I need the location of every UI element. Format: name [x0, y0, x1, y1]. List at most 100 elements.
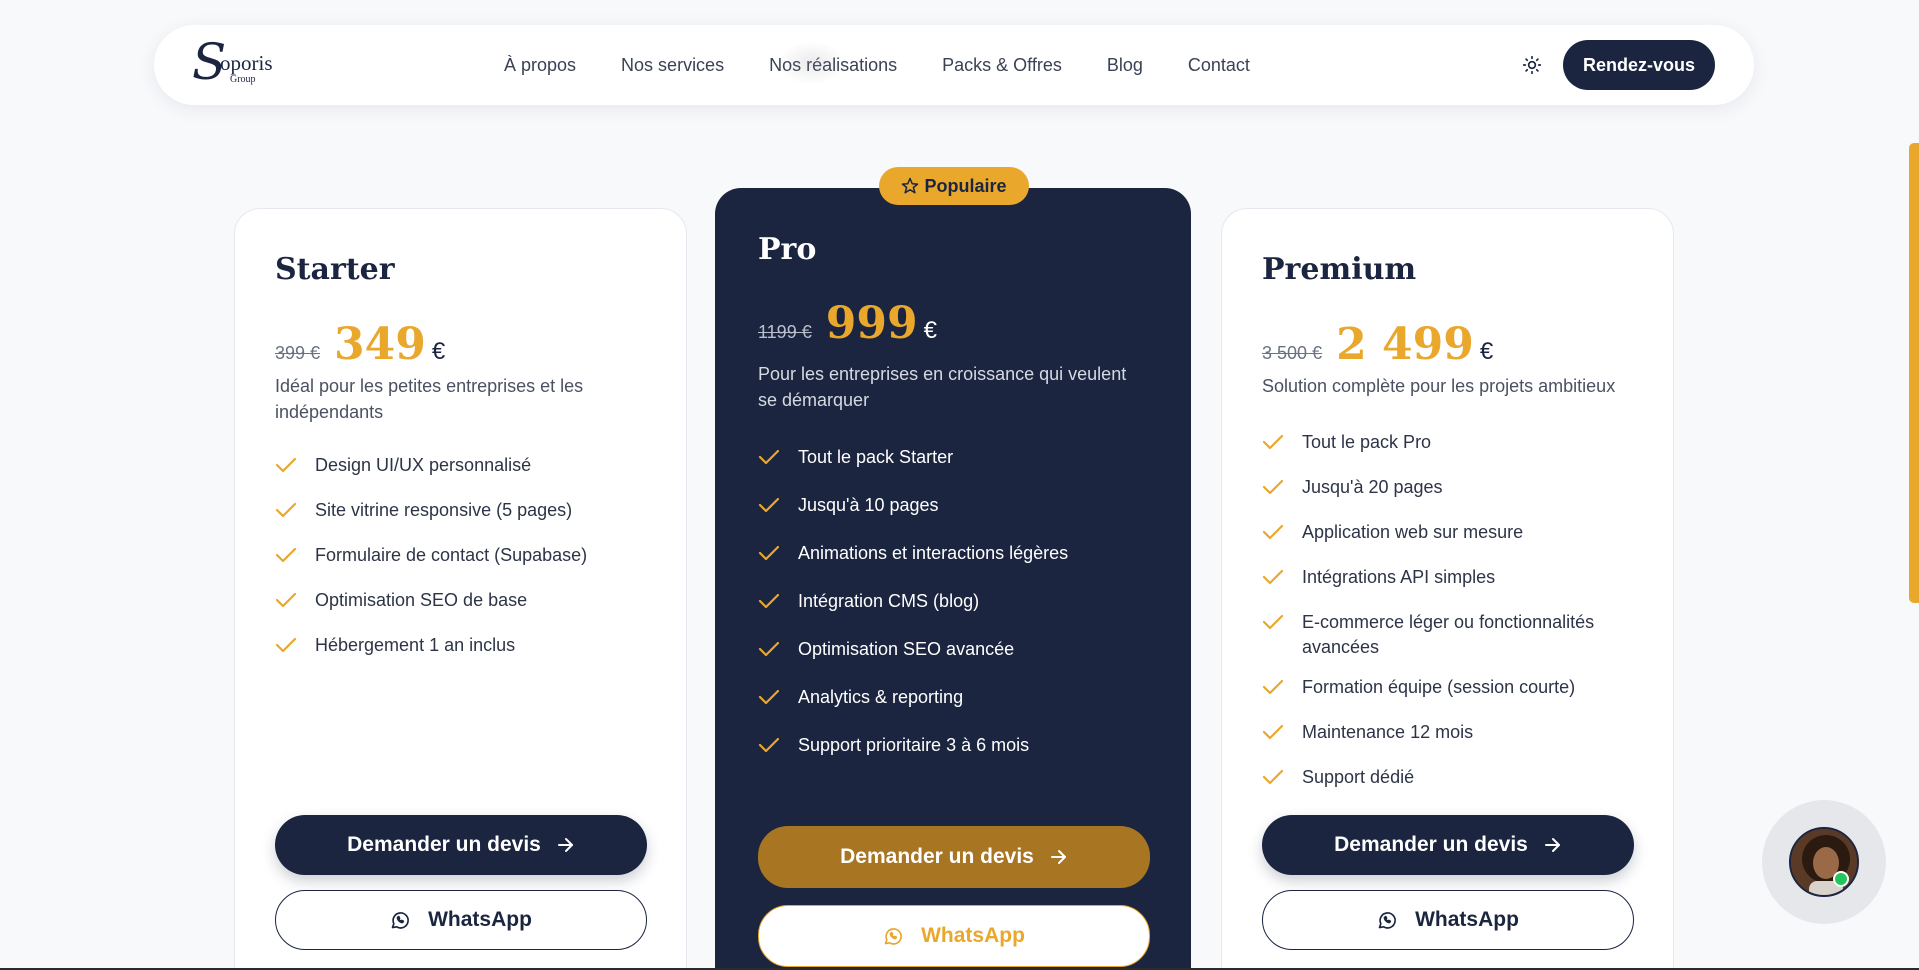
- arrow-right-icon: [1544, 838, 1560, 852]
- plan-name: Premium: [1262, 252, 1417, 287]
- nav-link-services[interactable]: Nos services: [621, 55, 724, 76]
- check-icon: [275, 498, 315, 526]
- check-icon: [1262, 520, 1302, 548]
- check-icon: [758, 541, 798, 569]
- whatsapp-icon: [884, 928, 903, 945]
- feature-text: Maintenance 12 mois: [1302, 722, 1474, 742]
- button-label: WhatsApp: [921, 924, 1025, 947]
- feature-item: Design UI/UX personnalisé: [275, 453, 665, 481]
- badge-label: Populaire: [924, 175, 1007, 196]
- price-row: 3 500 € 2 499 €: [1262, 319, 1493, 370]
- feature-text: Hébergement 1 an inclus: [315, 635, 516, 655]
- old-price: 3 500 €: [1262, 343, 1323, 363]
- check-icon: [275, 543, 315, 571]
- button-label: Demander un devis: [840, 845, 1034, 868]
- price: 349: [334, 319, 426, 370]
- feature-item: Analytics & reporting: [758, 685, 1168, 713]
- feature-item: Optimisation SEO avancée: [758, 637, 1168, 665]
- brand-logo[interactable]: S oporis Group: [192, 37, 282, 89]
- feature-text: Support prioritaire 3 à 6 mois: [798, 735, 1030, 755]
- scrollbar-thumb[interactable]: [1909, 143, 1919, 603]
- arrow-right-icon: [557, 838, 573, 852]
- feature-text: Formation équipe (session courte): [1302, 677, 1576, 697]
- feature-text: Application web sur mesure: [1302, 522, 1524, 542]
- check-icon: [275, 633, 315, 661]
- currency: €: [923, 317, 937, 344]
- feature-item: Support dédié: [1262, 765, 1652, 793]
- whatsapp-button[interactable]: WhatsApp: [1262, 890, 1634, 950]
- whatsapp-icon: [1378, 912, 1397, 929]
- plan-card-pro: Pro 1199 € 999 € Pour les entreprises en…: [715, 188, 1191, 970]
- check-icon: [1262, 565, 1302, 593]
- popular-badge: Populaire: [879, 167, 1029, 205]
- currency: €: [1479, 338, 1494, 365]
- check-icon: [1262, 430, 1302, 458]
- navbar: S oporis Group À propos Nos services Nos…: [154, 25, 1754, 105]
- check-icon: [1262, 475, 1302, 503]
- check-icon: [275, 588, 315, 616]
- chat-widget-button[interactable]: [1762, 800, 1886, 924]
- nav-link-a-propos[interactable]: À propos: [504, 55, 576, 76]
- feature-item: Maintenance 12 mois: [1262, 720, 1652, 748]
- feature-item: Jusqu'à 20 pages: [1262, 475, 1652, 503]
- check-icon: [758, 589, 798, 617]
- whatsapp-button[interactable]: WhatsApp: [275, 890, 647, 950]
- feature-item: Intégration CMS (blog): [758, 589, 1168, 617]
- button-label: WhatsApp: [428, 908, 532, 931]
- star-icon: [902, 177, 919, 194]
- feature-text: Tout le pack Starter: [798, 447, 954, 467]
- feature-text: Design UI/UX personnalisé: [315, 455, 532, 475]
- nav-link-blog[interactable]: Blog: [1107, 55, 1143, 76]
- button-label: WhatsApp: [1415, 908, 1519, 931]
- feature-item: Jusqu'à 10 pages: [758, 493, 1168, 521]
- rendez-vous-button[interactable]: Rendez-vous: [1563, 40, 1715, 90]
- feature-text: Support dédié: [1302, 767, 1415, 787]
- button-label: Demander un devis: [347, 833, 541, 856]
- check-icon: [758, 445, 798, 473]
- plan-card-starter: Starter 399 € 349 € Idéal pour les petit…: [234, 208, 687, 970]
- request-quote-button[interactable]: Demander un devis: [275, 815, 647, 875]
- feature-text: Optimisation SEO avancée: [798, 639, 1015, 659]
- plan-card-premium: Premium 3 500 € 2 499 € Solution complèt…: [1221, 208, 1674, 970]
- feature-text: Optimisation SEO de base: [315, 590, 528, 610]
- check-icon: [1262, 610, 1302, 638]
- theme-toggle[interactable]: [1517, 50, 1547, 80]
- old-price: 1199 €: [758, 322, 812, 342]
- check-icon: [1262, 675, 1302, 703]
- feature-item: Animations et interactions légères: [758, 541, 1168, 569]
- old-price: 399 €: [275, 343, 321, 363]
- feature-text: Jusqu'à 20 pages: [1302, 477, 1443, 497]
- feature-text: Formulaire de contact (Supabase): [315, 545, 588, 565]
- feature-item: Formulaire de contact (Supabase): [275, 543, 665, 571]
- price: 999: [825, 298, 918, 349]
- check-icon: [758, 685, 798, 713]
- nav-link-realisations[interactable]: Nos réalisations: [769, 40, 897, 85]
- feature-list: Design UI/UX personnalisé Site vitrine r…: [275, 453, 665, 661]
- whatsapp-button[interactable]: WhatsApp: [758, 905, 1150, 967]
- feature-item: Application web sur mesure: [1262, 520, 1652, 548]
- currency: €: [431, 338, 446, 365]
- nav-link-packs[interactable]: Packs & Offres: [942, 55, 1062, 76]
- check-icon: [758, 493, 798, 521]
- plan-name: Pro: [758, 232, 817, 267]
- check-icon: [1262, 765, 1302, 793]
- request-quote-button[interactable]: Demander un devis: [758, 826, 1150, 888]
- plan-description: Pour les entreprises en croissance qui v…: [758, 364, 1127, 410]
- feature-item: Hébergement 1 an inclus: [275, 633, 665, 661]
- price: 2 499: [1336, 319, 1474, 370]
- feature-item: Tout le pack Starter: [758, 445, 1168, 473]
- logo-sub: Group: [230, 74, 256, 85]
- button-label: Demander un devis: [1334, 833, 1528, 856]
- feature-text: Tout le pack Pro: [1302, 432, 1432, 452]
- feature-list: Tout le pack Starter Jusqu'à 10 pages An…: [758, 445, 1168, 761]
- nav-link-contact[interactable]: Contact: [1188, 55, 1250, 76]
- support-agent-avatar: [1789, 827, 1859, 897]
- request-quote-button[interactable]: Demander un devis: [1262, 815, 1634, 875]
- feature-item: Formation équipe (session courte): [1262, 675, 1652, 703]
- check-icon: [275, 453, 315, 481]
- check-icon: [758, 637, 798, 665]
- feature-text: E-commerce léger ou fonctionnalités avan…: [1302, 612, 1595, 657]
- plan-description: Solution complète pour les projets ambit…: [1262, 376, 1616, 396]
- feature-item: Tout le pack Pro: [1262, 430, 1652, 458]
- plan-name: Starter: [275, 252, 395, 287]
